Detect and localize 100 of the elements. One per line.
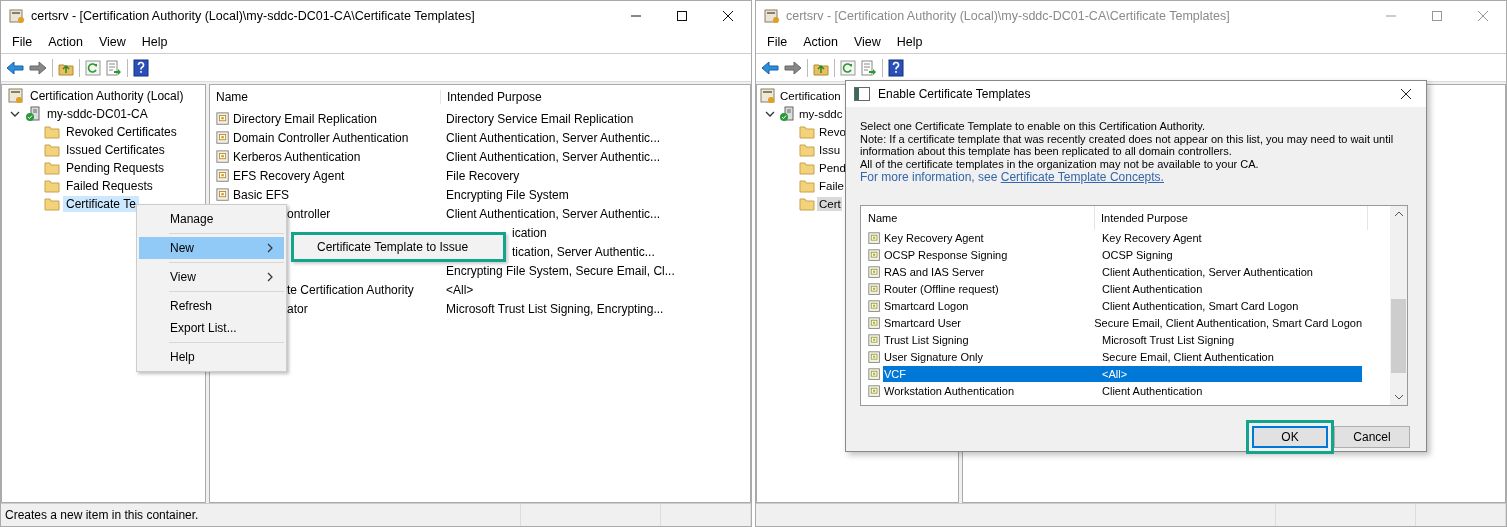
- certificate-template-icon: [868, 350, 881, 364]
- scroll-up-icon[interactable]: [1393, 209, 1404, 218]
- folder-icon: [799, 160, 815, 176]
- tree-item[interactable]: Certification: [778, 89, 842, 103]
- tree-item[interactable]: Failed Requests: [63, 178, 156, 194]
- export-icon[interactable]: [106, 59, 122, 76]
- instruction-text: Note: If a certificate template that was recently created does not appear on this list, you may need to wait until information about this template has been replicated to all domain controllers.: [860, 132, 1395, 158]
- certificate-template-icon: [868, 248, 881, 262]
- tree-item[interactable]: my-sddc: [797, 107, 844, 121]
- template-row[interactable]: User Signature Only Secure Email, Client Authentication: [883, 349, 1362, 366]
- tree-item[interactable]: Revoked Certificates: [63, 124, 180, 140]
- context-menu-item[interactable]: Refresh: [139, 295, 284, 317]
- scrollbar[interactable]: [1390, 205, 1407, 405]
- tree-item[interactable]: Faile: [817, 179, 845, 193]
- certificate-template-icon: [868, 316, 881, 330]
- certificate-template-icon: [216, 187, 230, 202]
- certificate-authority-icon: [8, 88, 24, 104]
- back-icon[interactable]: [6, 59, 24, 76]
- submenu-item[interactable]: Certificate Template to Issue: [291, 232, 506, 262]
- template-row[interactable]: Smartcard User Secure Email, Client Authentication, Smart Card Logon: [883, 315, 1362, 332]
- instruction-text: All of the certificate templates in the organization may not be available to your CA.: [860, 157, 1260, 171]
- certificate-template-icon: [868, 299, 881, 313]
- folder-icon: [799, 196, 815, 212]
- folder-icon: [799, 142, 815, 158]
- certificate-template-icon: [868, 384, 881, 398]
- tree-item[interactable]: Issued Certificates: [63, 142, 168, 158]
- template-name[interactable]: Kerberos Authentication: [233, 149, 361, 164]
- certificate-template-icon: [216, 149, 230, 164]
- chevron-icon[interactable]: [10, 109, 20, 119]
- template-row[interactable]: VCF <All>: [883, 366, 1362, 383]
- info-text: For more information, see: [860, 170, 999, 185]
- folder-icon: [799, 178, 815, 194]
- context-menu-item[interactable]: View: [139, 266, 284, 288]
- template-row[interactable]: RAS and IAS Server Client Authentication, Server Authentication: [883, 264, 1362, 281]
- template-row[interactable]: Router (Offline request) Client Authentication: [883, 281, 1362, 298]
- server-icon: [25, 106, 41, 122]
- template-name[interactable]: Basic EFS: [233, 187, 289, 202]
- template-name[interactable]: te Certification Authority: [287, 282, 414, 297]
- window-title: certsrv - [Certification Authority (Local)\my-sddc-DC01-CA\Certificate Templates]: [786, 9, 1231, 23]
- template-name[interactable]: EFS Recovery Agent: [233, 168, 345, 183]
- template-row[interactable]: Workstation Authentication Client Authentication: [883, 383, 1362, 400]
- certificate-template-icon: [868, 333, 881, 347]
- chevron-icon[interactable]: [765, 109, 775, 119]
- menu-item[interactable]: View: [90, 33, 134, 51]
- intended-purpose: Directory Service Email Replication: [446, 111, 634, 126]
- certificate-template-icon: [868, 265, 881, 279]
- intended-purpose: File Recovery: [446, 168, 520, 183]
- column-header[interactable]: Intended Purpose: [1094, 205, 1368, 230]
- tree-item[interactable]: Certificate Te: [63, 196, 139, 212]
- tree-item[interactable]: my-sddc-DC01-CA: [44, 106, 151, 122]
- column-header[interactable]: Name: [868, 211, 1094, 224]
- context-menu-item[interactable]: Export List...: [139, 317, 284, 339]
- template-name[interactable]: ontroller: [287, 206, 331, 221]
- scroll-down-icon[interactable]: [1393, 392, 1404, 401]
- column-header[interactable]: Intended Purpose: [440, 90, 750, 104]
- intended-purpose: Microsoft Trust List Signing, Encrypting...: [446, 301, 664, 316]
- server-icon: [779, 106, 795, 122]
- dialog-title: Enable Certificate Templates: [878, 87, 1032, 101]
- intended-purpose: Client Authentication, Server Authentic...: [446, 206, 661, 221]
- menu-item[interactable]: Help: [133, 33, 176, 51]
- instruction-text: Select one Certificate Template to enable on this Certification Authority.: [860, 120, 1207, 133]
- tree-item[interactable]: Pending Requests: [63, 160, 168, 176]
- tree-item[interactable]: Issu: [817, 143, 842, 157]
- certificate-template-icon: [216, 130, 230, 145]
- folder-icon: [44, 196, 60, 212]
- column-header[interactable]: Name: [210, 90, 440, 104]
- template-name[interactable]: ator: [287, 301, 308, 316]
- intended-purpose: Client Authentication, Server Authentic...: [446, 149, 661, 164]
- context-menu-item[interactable]: New: [139, 237, 284, 259]
- window-title: certsrv - [Certification Authority (Local)\my-sddc-DC01-CA\Certificate Templates]: [31, 9, 476, 23]
- tree-item[interactable]: Revo: [817, 125, 847, 139]
- folder-icon: [44, 178, 60, 194]
- certificate-template-icon: [868, 231, 881, 245]
- refresh-icon[interactable]: [85, 59, 101, 76]
- concepts-link[interactable]: Certificate Template Concepts.: [1000, 170, 1164, 185]
- template-name[interactable]: Directory Email Replication: [233, 111, 378, 126]
- menu-item[interactable]: File: [4, 33, 41, 51]
- tree-item[interactable]: Cert: [817, 197, 842, 211]
- tree-item[interactable]: Certification Authority (Local): [27, 88, 187, 104]
- template-row[interactable]: Smartcard Logon Client Authentication, Smart Card Logon: [883, 298, 1362, 315]
- template-name[interactable]: Domain Controller Authentication: [233, 130, 409, 145]
- forward-icon[interactable]: [29, 59, 47, 76]
- intended-purpose: ication: [512, 225, 547, 240]
- template-row[interactable]: OCSP Response Signing OCSP Signing: [883, 247, 1362, 264]
- status-text: Creates a new item in this container.: [5, 508, 199, 522]
- close-icon: [1400, 88, 1412, 100]
- context-menu-item[interactable]: Help: [139, 346, 284, 368]
- certificate-authority-icon: [760, 88, 776, 104]
- help-icon[interactable]: [133, 58, 149, 77]
- menu-item[interactable]: Action: [40, 33, 91, 51]
- app-icon: [764, 8, 780, 24]
- certificate-template-icon: [216, 168, 230, 183]
- tree-item[interactable]: Pend: [817, 161, 847, 175]
- context-menu-item[interactable]: Manage: [139, 208, 284, 230]
- folder-icon: [799, 124, 815, 140]
- certificate-template-icon: [868, 282, 881, 296]
- template-row[interactable]: Trust List Signing Microsoft Trust List Signing: [883, 332, 1362, 349]
- template-row[interactable]: Key Recovery Agent Key Recovery Agent: [883, 230, 1362, 247]
- maximize-icon: [676, 10, 688, 22]
- intended-purpose: Encrypting File System: [446, 187, 569, 202]
